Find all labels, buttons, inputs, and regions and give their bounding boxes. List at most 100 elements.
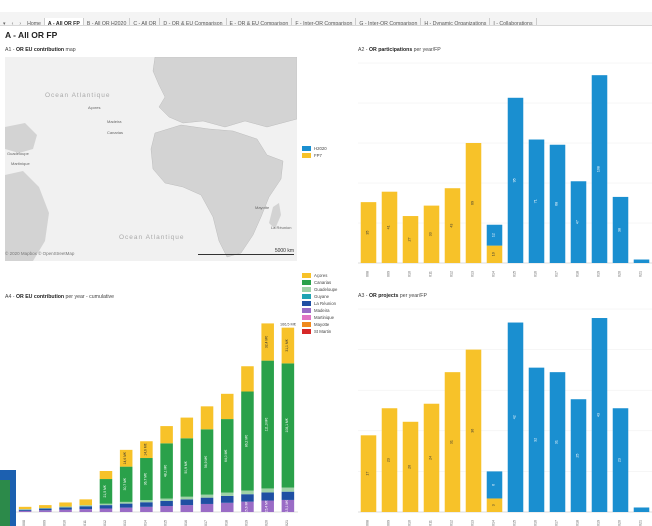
bar-madeira-2010[interactable] [59,509,72,512]
bar-la-r-union-2020[interactable] [261,492,274,501]
x-tick-label: 2008 [366,271,370,277]
bar-value-label: 14,6 M€ [143,443,147,455]
legend-item-guadeloupe[interactable]: Guadeloupe [302,287,337,294]
bar-madeira-2014[interactable] [140,506,153,512]
bar-value-label: 27 [408,238,412,242]
bar-guadeloupe-2020[interactable] [261,488,274,493]
bar-la-r-union-2018[interactable] [220,495,234,503]
bar-a-ores-2019[interactable] [241,366,254,392]
legend-item-guyane[interactable]: Guyane [302,294,337,301]
legend-swatch [302,322,311,328]
bar-madeira-2018[interactable] [220,502,234,512]
tab-c-all-or[interactable]: C - All OR [130,18,161,25]
bar-madeira-2011[interactable] [79,509,93,512]
tab-next-icon[interactable]: › [16,18,24,25]
bar-la-r-union-2010[interactable] [59,507,72,510]
bar-a-ores-2012[interactable] [99,470,113,480]
bar-la-r-union-2016[interactable] [180,499,194,506]
bar-la-r-union-2021[interactable] [281,491,295,500]
bar-guadeloupe-2010[interactable] [59,506,72,508]
bar-la-r-union-2015[interactable] [160,500,173,507]
bar-madeira-2017[interactable] [200,503,214,512]
tab-b-all-or-h2020[interactable]: B - All OR H2020 [84,18,131,25]
bar-guadeloupe-2014[interactable] [140,500,153,503]
bar-guadeloupe-2017[interactable] [200,494,214,498]
region-legend: Açores Canarias Guadeloupe Guyane La Réunion… [302,273,337,336]
x-tick-label: 2018 [576,271,580,277]
bar-guadeloupe-2016[interactable] [180,496,194,500]
bar-madeira-2008[interactable] [18,510,32,512]
bar-a-ores-2018[interactable] [220,393,234,420]
bar-guadeloupe-2011[interactable] [79,505,93,507]
legend-item-fp7[interactable]: FP7 [302,153,327,160]
tab-g-inter-or-comparison[interactable]: G - Inter-OR Comparison [356,18,422,25]
bar-a-ores-2008[interactable] [18,506,32,510]
bar-value-label: 86,2 M€ [244,435,248,447]
bar-la-r-union-2014[interactable] [140,502,153,507]
bar-guadeloupe-2021[interactable] [281,487,295,492]
bar-la-r-union-2017[interactable] [200,497,214,504]
legend-item-martinique[interactable]: Martinique [302,315,337,322]
tab-h-dynamic-organizations[interactable]: H - Dynamic Organizations [421,18,491,25]
tab-d-or-eu-comparison[interactable]: D - OR & EU Comparison [160,18,227,25]
legend-item-mayotte[interactable]: Mayotte [302,322,337,329]
bar-madeira-2013[interactable] [119,507,133,512]
tab-home[interactable]: Home [24,18,45,25]
bar-a-ores-2016[interactable] [180,417,194,439]
legend-item-h2020[interactable]: H2020 [302,146,327,153]
bar-value-label: 14,6 M€ [123,452,127,464]
bar-guadeloupe-2012[interactable] [99,503,113,506]
tab-menu-icon[interactable]: ▾ [0,18,9,25]
x-tick-label: 2017 [555,520,559,526]
bar-la-r-union-2008[interactable] [18,509,32,511]
bar-madeira-2012[interactable] [99,508,113,512]
bar-value-label: 64,0 M€ [224,450,228,462]
legend-swatch [302,273,311,279]
bar-a-ores-2010[interactable] [59,502,72,507]
bar-madeira-2009[interactable] [39,510,52,512]
tab-e-or-eu-comparison[interactable]: E - OR & EU Comparison [227,18,293,25]
bar-guadeloupe-2018[interactable] [220,492,234,496]
x-tick-label: 2020 [618,271,622,277]
tab-prev-icon[interactable]: ‹ [9,18,17,25]
bar-h2020-2021[interactable] [633,507,650,512]
map-label-guadeloupe: Guadeloupe [7,151,30,156]
bar-guadeloupe-2019[interactable] [241,490,254,495]
bar-guadeloupe-2015[interactable] [160,498,173,501]
x-tick-label: 2020 [618,520,622,526]
bar-la-r-union-2019[interactable] [241,494,254,502]
bar-a-ores-2017[interactable] [200,406,214,430]
legend-label: H2020 [314,146,327,151]
bar-h2020-2021[interactable] [633,259,650,263]
legend-item-madeira[interactable]: Madeira [302,308,337,315]
bar-la-r-union-2013[interactable] [119,503,133,508]
tab-f-inter-or-comparison[interactable]: F - Inter-OR Comparison [292,18,357,25]
bar-a-ores-2009[interactable] [39,505,52,508]
legend-label: Canarias [314,280,332,285]
tab-i-collaborations[interactable]: I - Collaborations [490,18,537,25]
bar-a-ores-2011[interactable] [79,499,93,506]
bar-a-ores-2015[interactable] [160,426,173,444]
x-tick-label: 2011 [83,520,87,526]
bar-la-r-union-2011[interactable] [79,506,93,510]
tab-a-all-or-fp[interactable]: A - All OR FP [44,18,84,25]
map-label-canarias: Canarias [107,130,123,135]
bar-value-label: 6 [492,484,496,486]
x-tick-label: 2017 [204,520,208,526]
bar-madeira-2015[interactable] [160,506,173,512]
legend-label: Guadeloupe [314,287,338,292]
bar-la-r-union-2009[interactable] [39,508,52,511]
or-map[interactable]: Ocean Atlantique Açores Madeira Canarias… [5,57,297,261]
map-canvas: Ocean Atlantique Açores Madeira Canarias… [5,57,297,261]
legend-item-a-ores[interactable]: Açores [302,273,337,280]
legend-item-st-martin[interactable]: St Martin [302,329,337,336]
legend-item-la-r-union[interactable]: La Réunion [302,301,337,308]
bar-la-r-union-2012[interactable] [99,505,113,509]
dashboard-frame: ▾ ‹ › Home A - All OR FP B - All OR H2020 C - … [0,0,652,526]
panel-title-a1: A1 - OR EU contribution map [5,47,76,53]
bar-guadeloupe-2013[interactable] [119,501,133,504]
bar-madeira-2016[interactable] [180,505,194,512]
legend-item-canarias[interactable]: Canarias [302,280,337,287]
bar-guadeloupe-2008[interactable] [18,509,32,510]
bar-guadeloupe-2009[interactable] [39,507,52,509]
